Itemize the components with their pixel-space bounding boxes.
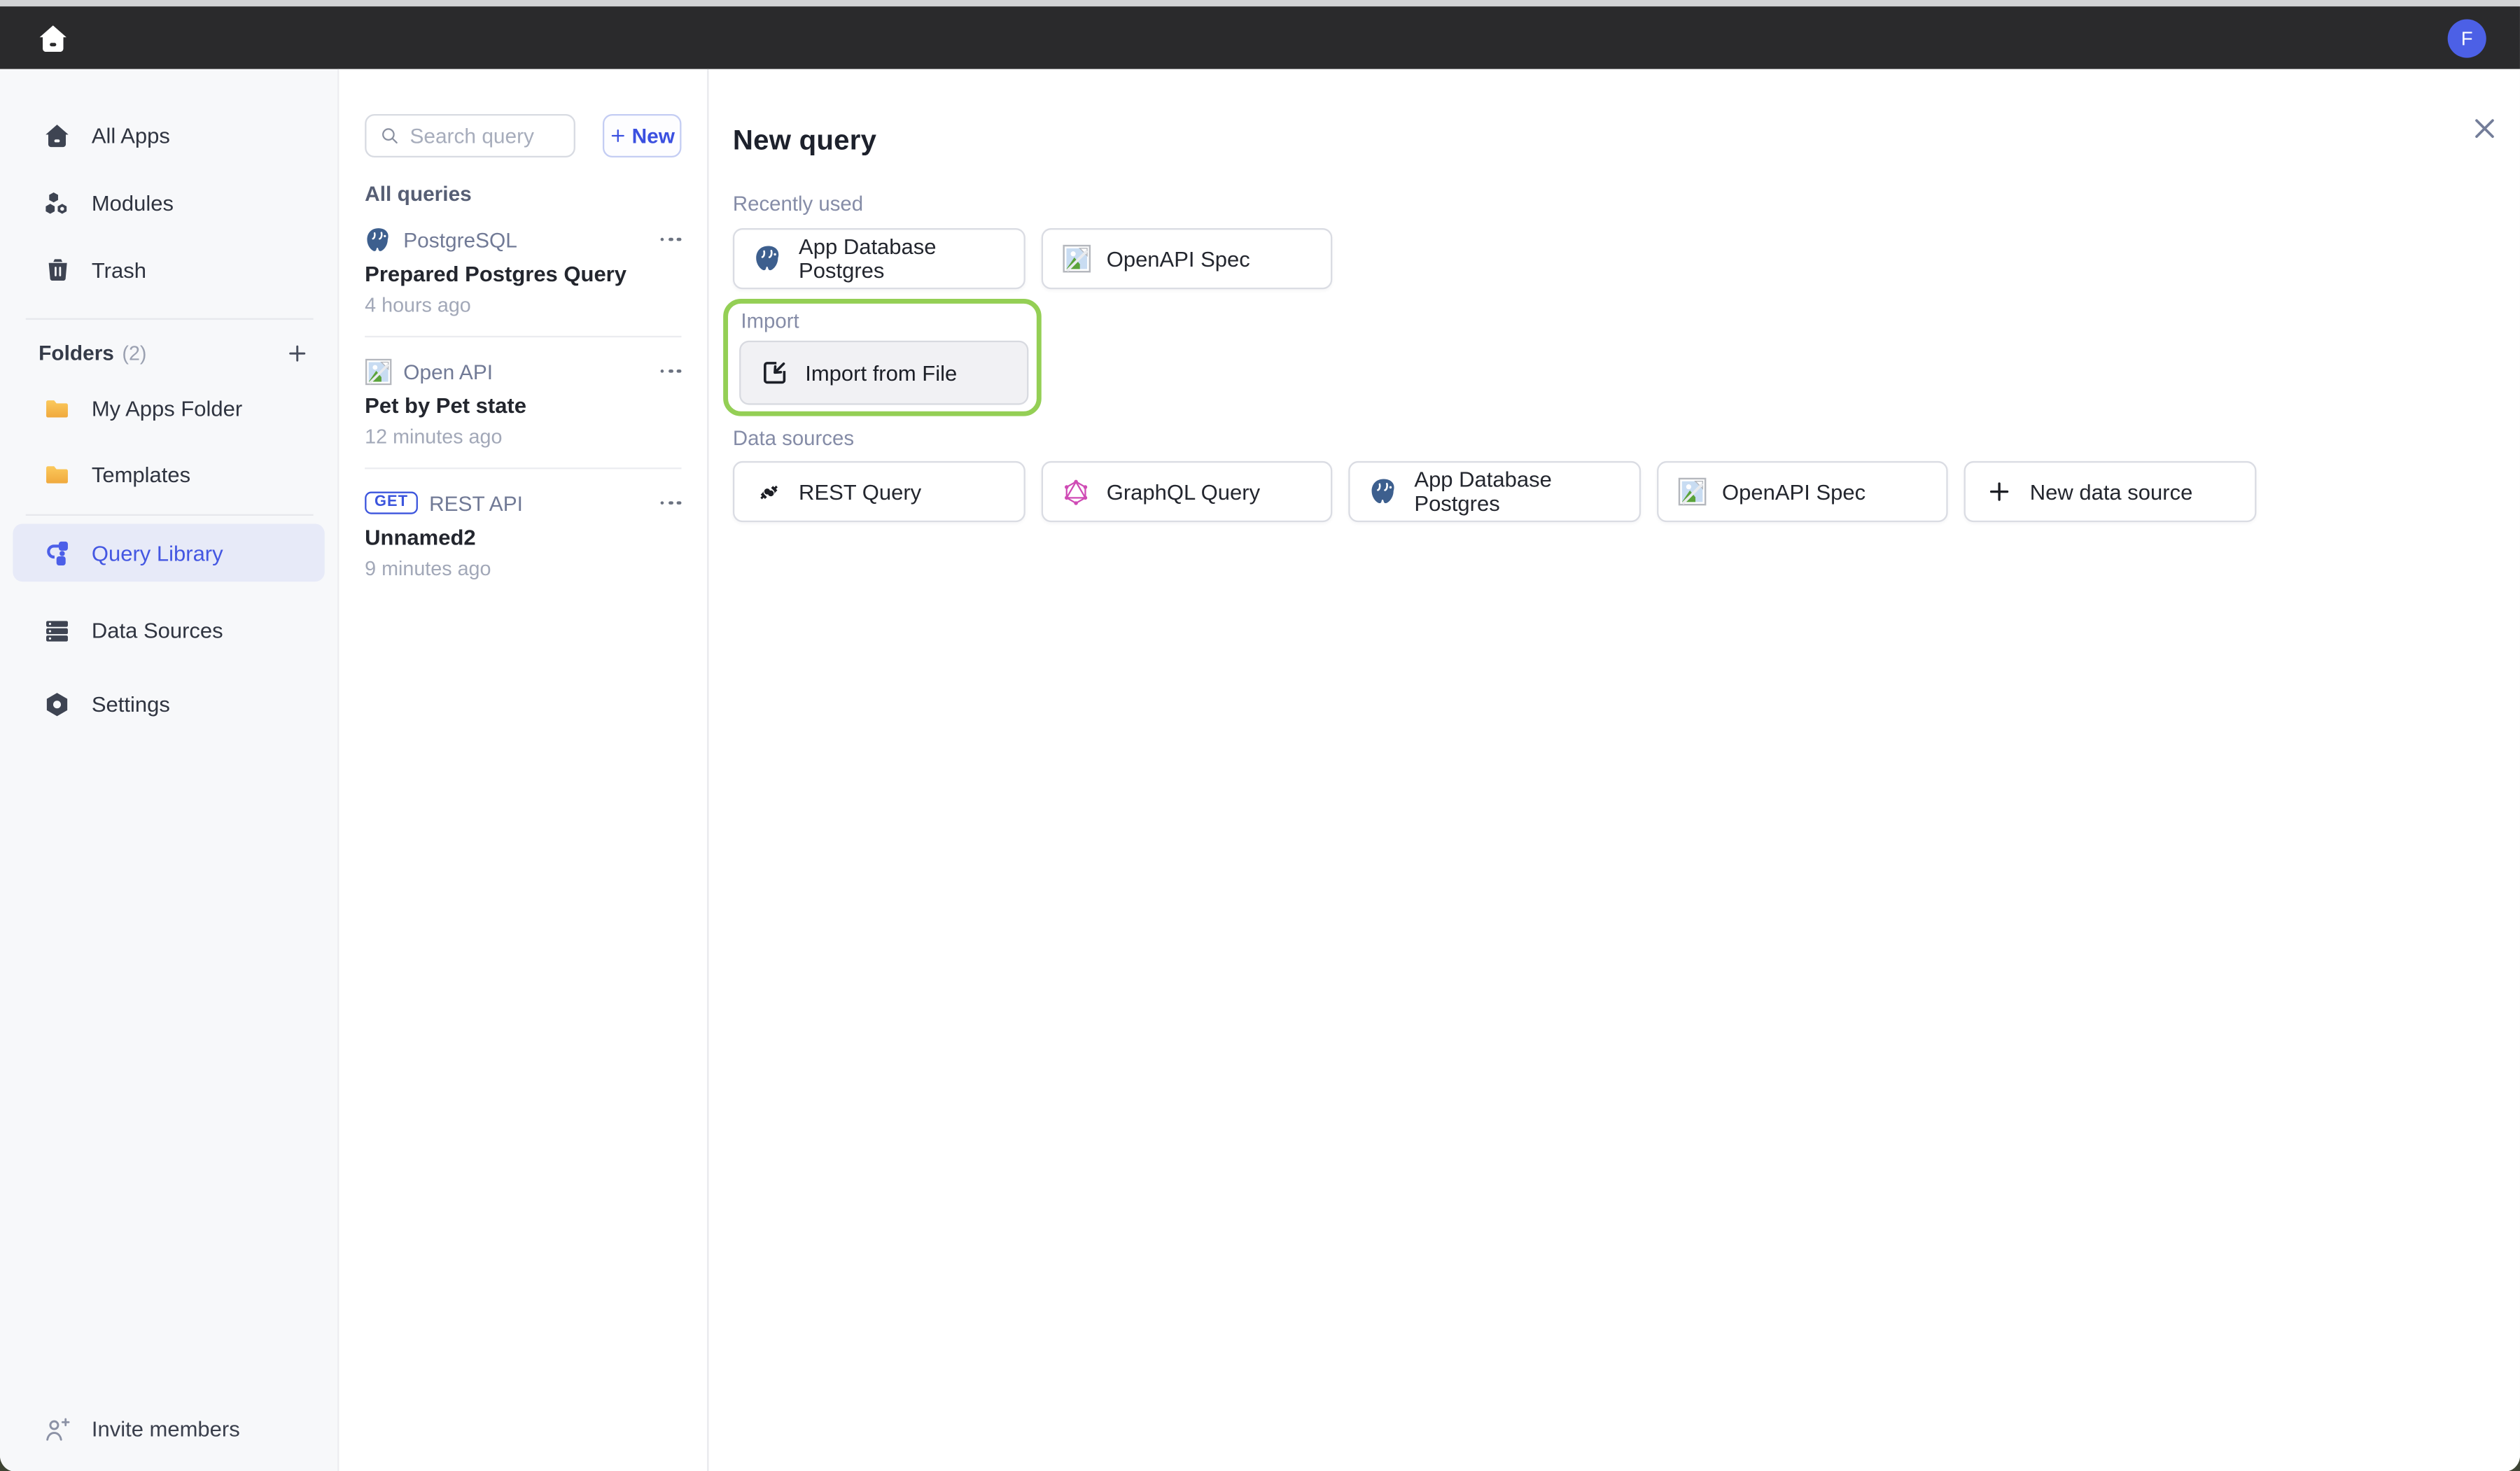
window-top-edge <box>0 0 2520 6</box>
card-label: REST Query <box>799 479 921 503</box>
sidebar-item-trash[interactable]: Trash <box>0 251 337 289</box>
invite-members-label: Invite members <box>92 1417 240 1441</box>
sidebar-folder-my-apps[interactable]: My Apps Folder <box>0 389 337 428</box>
sidebar-folder-templates[interactable]: Templates <box>0 455 337 493</box>
data-source-card-app-database-postgres[interactable]: App Database Postgres <box>1348 461 1640 522</box>
query-list-panel: New All queries PostgreSQL Prepared Post… <box>339 69 708 1471</box>
new-query-button-label: New <box>632 124 675 148</box>
data-source-card-graphql-query[interactable]: GraphQL Query <box>1041 461 1333 522</box>
sidebar-divider <box>26 318 314 320</box>
sidebar-item-settings[interactable]: Settings <box>13 675 324 733</box>
folder-label: My Apps Folder <box>92 396 242 420</box>
query-type: REST API <box>429 491 523 514</box>
home-button[interactable] <box>36 20 71 56</box>
import-from-file-button[interactable]: Import from File <box>739 341 1028 405</box>
nav-label: Settings <box>92 691 170 715</box>
home-icon <box>37 22 69 54</box>
search-input[interactable] <box>410 124 561 148</box>
recently-used-card-app-database-postgres[interactable]: App Database Postgres <box>733 228 1025 289</box>
card-label: OpenAPI Spec <box>1107 246 1250 270</box>
query-list-item[interactable]: GET REST API Unnamed2 9 minutes ago <box>365 469 681 579</box>
import-section-highlight: Import Import from File <box>723 299 1042 416</box>
sidebar-item-data-sources[interactable]: Data Sources <box>13 601 324 659</box>
folders-count: (2) <box>122 342 146 364</box>
trash-icon <box>43 256 71 283</box>
query-type: PostgreSQL <box>403 227 517 251</box>
postgresql-icon <box>754 244 783 273</box>
sidebar-item-label: All Apps <box>92 123 170 147</box>
folders-header: Folders (2) <box>0 341 337 365</box>
all-queries-label: All queries <box>365 181 681 205</box>
query-library-icon <box>43 539 71 566</box>
nav-label: Query Library <box>92 541 223 565</box>
recently-used-card-openapi-spec[interactable]: OpenAPI Spec <box>1041 228 1333 289</box>
item-menu-button[interactable] <box>660 364 682 378</box>
sidebar-item-all-apps[interactable]: All Apps <box>0 115 337 154</box>
close-icon[interactable] <box>2473 118 2496 140</box>
search-icon <box>379 125 400 146</box>
query-title: Unnamed2 <box>365 526 681 549</box>
nav-label: Data Sources <box>92 618 223 642</box>
postgresql-icon <box>365 226 392 253</box>
query-time: 9 minutes ago <box>365 558 681 580</box>
sidebar-item-label: Modules <box>92 190 174 214</box>
add-folder-button[interactable] <box>286 342 309 364</box>
rest-plug-icon <box>754 477 783 506</box>
import-from-file-label: Import from File <box>805 360 957 384</box>
query-type: Open API <box>403 359 493 383</box>
desktop: F All Apps Modules <box>0 0 2520 1471</box>
recently-used-label: Recently used <box>733 191 2520 215</box>
broken-image-icon <box>1061 244 1090 273</box>
item-menu-button[interactable] <box>660 496 682 510</box>
data-sources-label: Data sources <box>733 425 2520 449</box>
new-query-button[interactable]: New <box>603 114 681 157</box>
modules-icon <box>43 189 71 216</box>
home-icon <box>43 121 71 148</box>
sidebar-item-query-library[interactable]: Query Library <box>13 523 324 582</box>
card-label: OpenAPI Spec <box>1722 479 1865 503</box>
import-label: Import <box>741 309 1030 332</box>
new-query-panel: New query Recently used App Database Pos… <box>708 69 2519 1471</box>
sidebar: All Apps Modules Trash Folders <box>0 69 339 1471</box>
card-label: GraphQL Query <box>1107 479 1260 503</box>
folder-label: Templates <box>92 462 190 486</box>
import-file-icon <box>760 358 789 387</box>
card-label: App Database Postgres <box>1414 467 1622 516</box>
query-time: 4 hours ago <box>365 294 681 316</box>
broken-image-icon <box>365 358 392 385</box>
app-window: F All Apps Modules <box>0 0 2520 1471</box>
graphql-icon <box>1061 477 1090 506</box>
invite-members-icon <box>43 1416 71 1443</box>
http-method-badge: GET <box>365 491 418 514</box>
data-source-card-rest-query[interactable]: REST Query <box>733 461 1025 522</box>
item-menu-button[interactable] <box>660 232 682 246</box>
sidebar-item-modules[interactable]: Modules <box>0 183 337 222</box>
query-title: Prepared Postgres Query <box>365 262 681 286</box>
card-label: New data source <box>2030 479 2193 503</box>
sidebar-item-label: Trash <box>92 258 146 281</box>
avatar-initial: F <box>2461 27 2473 49</box>
page-title: New query <box>733 124 2520 157</box>
avatar[interactable]: F <box>2448 18 2486 57</box>
data-sources-icon <box>43 616 71 643</box>
postgresql-icon <box>1369 477 1398 506</box>
search-box <box>365 114 575 157</box>
plus-icon <box>1984 477 2013 506</box>
data-source-card-openapi-spec[interactable]: OpenAPI Spec <box>1656 461 1948 522</box>
broken-image-icon <box>1677 477 1706 506</box>
folder-icon <box>43 460 71 488</box>
new-data-source-button[interactable]: New data source <box>1964 461 2256 522</box>
sidebar-divider <box>26 514 314 516</box>
invite-members-button[interactable]: Invite members <box>0 1410 337 1449</box>
folder-icon <box>43 395 71 422</box>
topbar: F <box>0 6 2520 69</box>
query-time: 12 minutes ago <box>365 425 681 448</box>
plus-icon <box>609 127 626 144</box>
query-list-item[interactable]: PostgreSQL Prepared Postgres Query 4 hou… <box>365 206 681 337</box>
query-title: Pet by Pet state <box>365 393 681 417</box>
settings-icon <box>43 690 71 717</box>
folders-title: Folders <box>38 341 114 365</box>
query-list-item[interactable]: Open API Pet by Pet state 12 minutes ago <box>365 337 681 469</box>
card-label: App Database Postgres <box>799 234 1007 283</box>
